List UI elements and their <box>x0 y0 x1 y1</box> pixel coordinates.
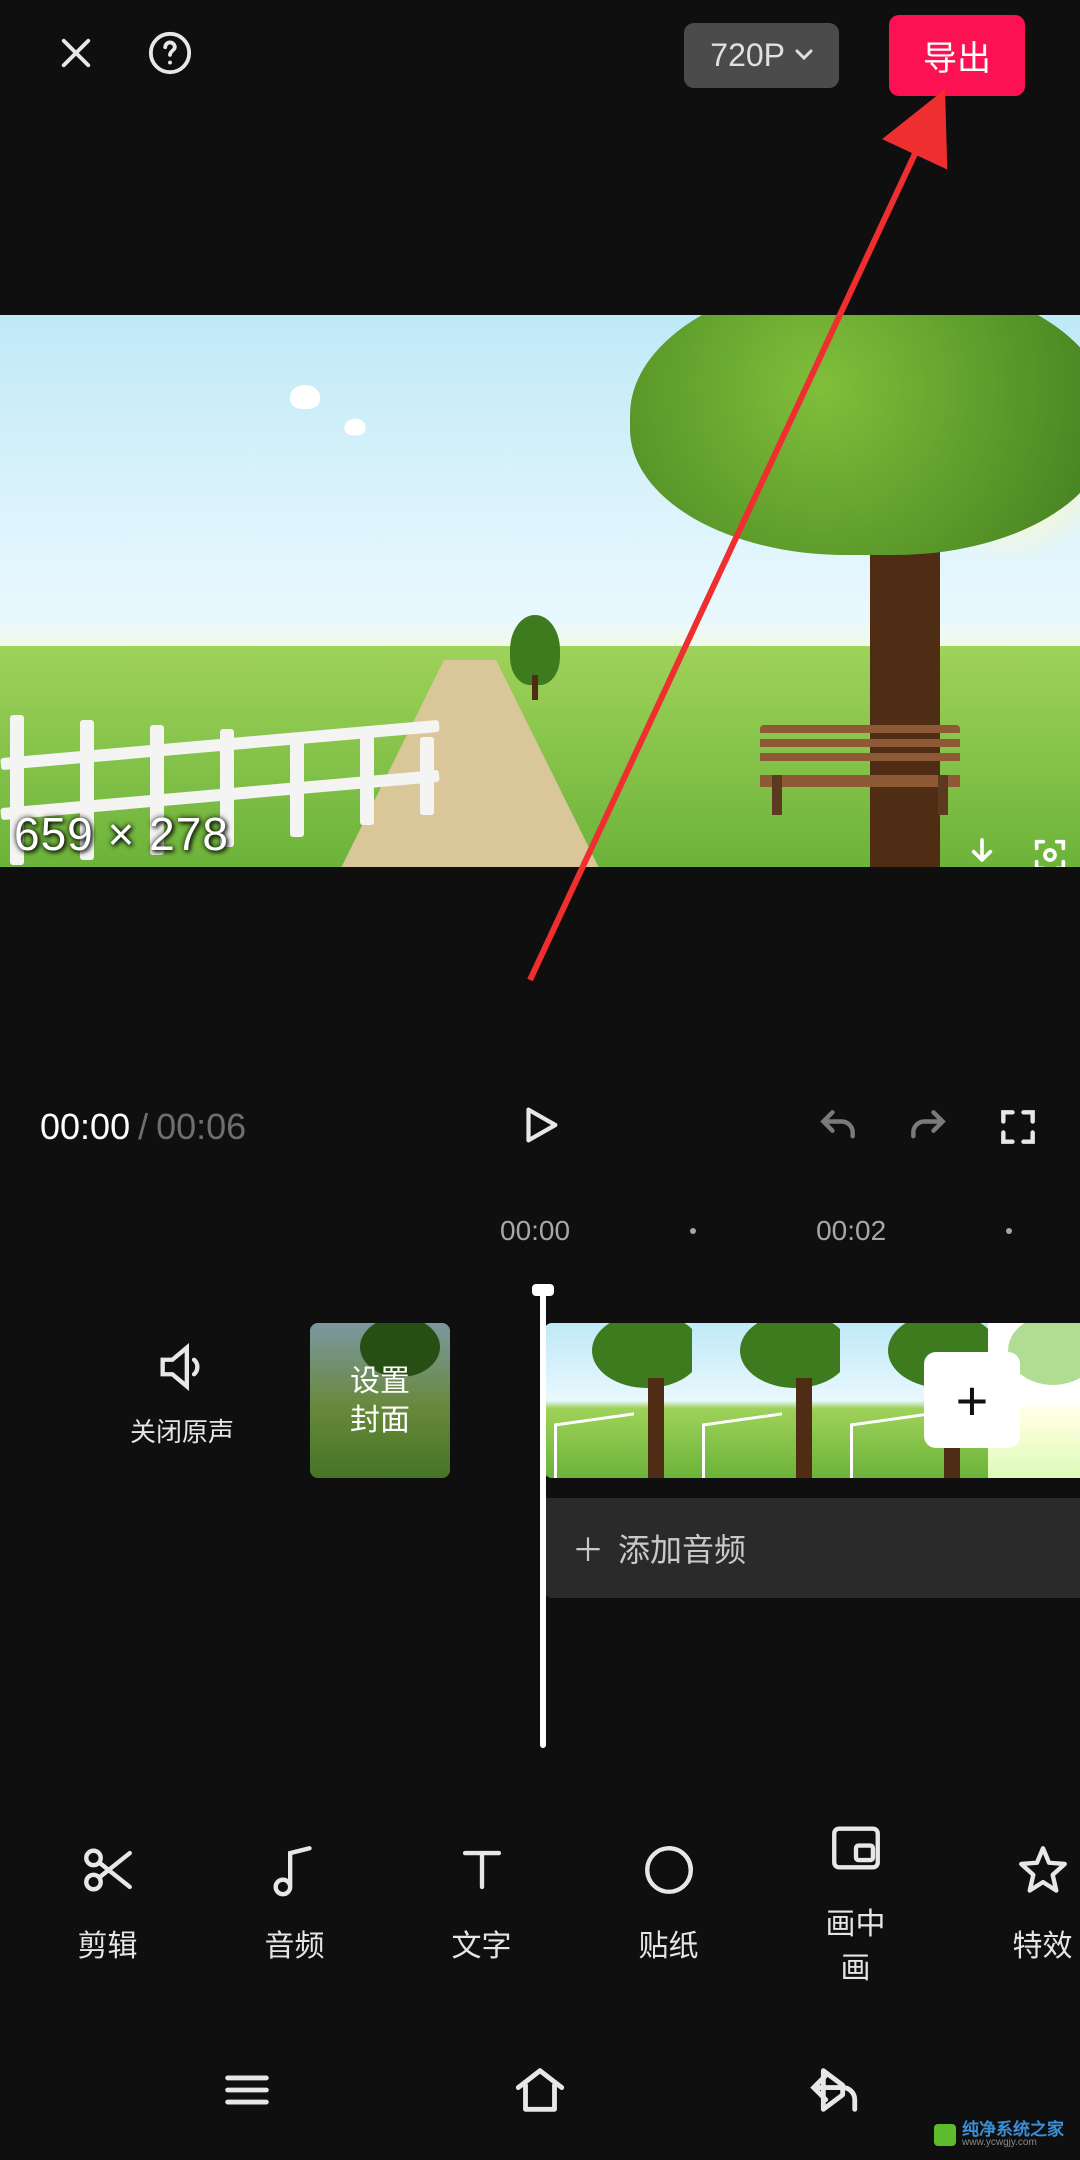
tool-audio[interactable]: 音频 <box>257 1841 332 1965</box>
chevron-down-icon <box>795 49 813 61</box>
help-button[interactable] <box>147 30 193 81</box>
dimensions-label: 659 × 278 <box>14 807 229 861</box>
resolution-selector[interactable]: 720P <box>684 23 839 88</box>
download-icon[interactable] <box>962 835 1002 867</box>
fullscreen-button[interactable] <box>996 1105 1040 1149</box>
add-audio-button[interactable]: ＋ 添加音频 <box>544 1498 1080 1598</box>
tool-text[interactable]: 文字 <box>444 1841 519 1965</box>
time-duration: 00:06 <box>156 1106 246 1148</box>
redo-button[interactable] <box>906 1105 950 1149</box>
video-preview[interactable]: 659 × 278 <box>0 315 1080 867</box>
focus-icon[interactable] <box>1030 835 1070 867</box>
speaker-icon <box>153 1338 211 1396</box>
tool-bar: 剪辑 音频 文字 贴纸 画中画 特效 <box>0 1800 1080 2005</box>
tool-edit[interactable]: 剪辑 <box>70 1841 145 1965</box>
timeline-ruler: 00:00 00:02 <box>0 1209 1080 1253</box>
system-nav-bar <box>0 2020 1080 2160</box>
text-icon <box>453 1841 511 1899</box>
set-cover-button[interactable]: 设置 封面 <box>310 1323 450 1478</box>
tool-effects[interactable]: 特效 <box>1005 1841 1080 1965</box>
resolution-label: 720P <box>710 37 785 74</box>
undo-button[interactable] <box>816 1105 860 1149</box>
home-icon[interactable] <box>511 2061 569 2119</box>
scissors-icon <box>79 1841 137 1899</box>
star-icon <box>1014 1841 1072 1899</box>
player-controls: 00:00 / 00:06 <box>0 1087 1080 1167</box>
plus-icon: ＋ <box>572 1525 604 1571</box>
time-current: 00:00 <box>40 1106 130 1148</box>
tool-sticker[interactable]: 贴纸 <box>631 1841 706 1965</box>
tool-pip[interactable]: 画中画 <box>818 1819 893 1987</box>
watermark: 纯净系统之家 www.ycwgjy.com <box>930 2119 1068 2150</box>
timeline[interactable]: 00:00 00:02 关闭原声 设置 封面 + ＋ 添加音 <box>0 1209 1080 1498</box>
add-clip-button[interactable]: + <box>924 1352 1020 1448</box>
music-note-icon <box>266 1841 324 1899</box>
recent-apon[interactable] <box>218 2061 276 2119</box>
clip-frame[interactable] <box>692 1323 840 1478</box>
clip-frame[interactable] <box>544 1323 692 1478</box>
close-button[interactable] <box>55 32 97 79</box>
mute-original-audio[interactable]: 关闭原声 <box>130 1338 234 1449</box>
export-button[interactable]: 导出 <box>889 15 1025 96</box>
back-icon[interactable] <box>804 2061 862 2119</box>
sticker-icon <box>640 1841 698 1899</box>
time-separator: / <box>138 1106 148 1148</box>
pip-icon <box>827 1819 885 1877</box>
playhead[interactable] <box>540 1288 546 1748</box>
play-button[interactable] <box>517 1102 563 1153</box>
